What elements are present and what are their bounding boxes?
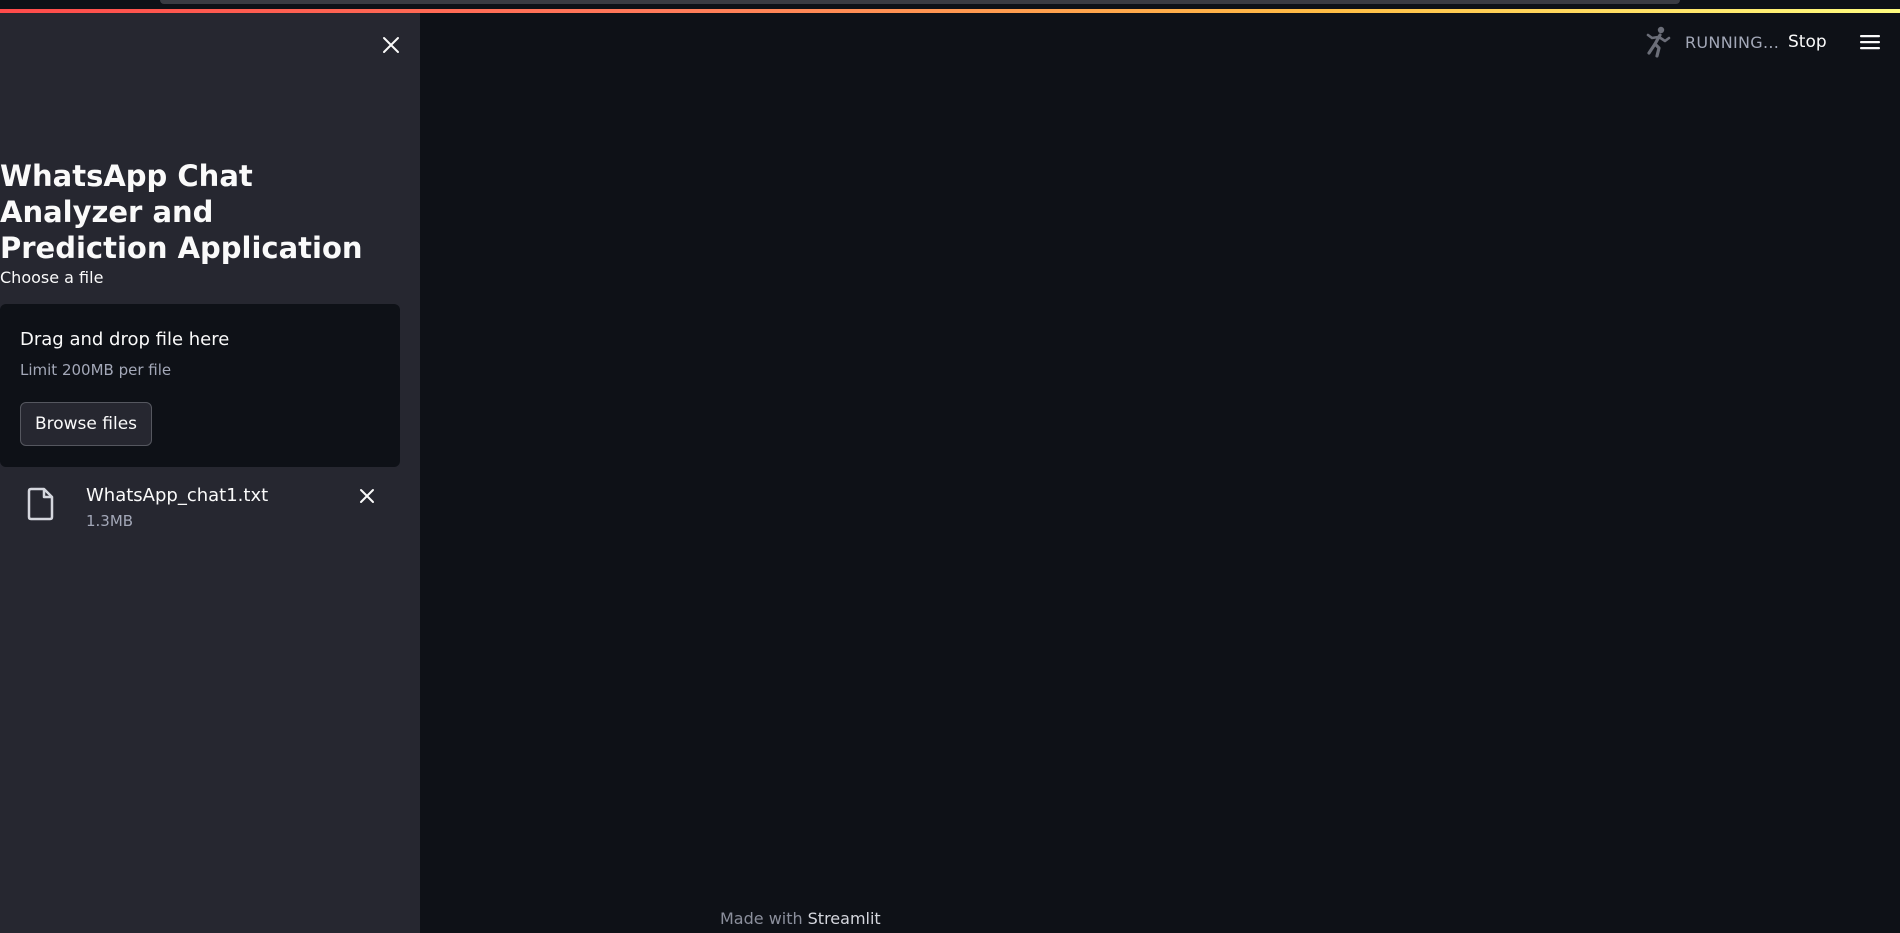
- dropzone-instructions: Drag and drop file here: [20, 329, 230, 350]
- browse-files-button[interactable]: Browse files: [20, 402, 152, 446]
- stop-button[interactable]: Stop: [1782, 28, 1833, 56]
- file-uploader-label: Choose a file: [0, 268, 104, 287]
- dropzone-limit: Limit 200MB per file: [20, 361, 172, 379]
- uploaded-file-name: WhatsApp_chat1.txt: [86, 485, 269, 506]
- remove-file-button[interactable]: [354, 483, 380, 509]
- sidebar-close-button[interactable]: [377, 31, 405, 59]
- main-menu-button[interactable]: [1855, 28, 1885, 56]
- footer-made-with: Made with: [720, 909, 803, 928]
- file-dropzone[interactable]: Drag and drop file here Limit 200MB per …: [0, 304, 400, 467]
- uploaded-file-item: WhatsApp_chat1.txt 1.3MB: [0, 479, 400, 539]
- running-status-text: RUNNING...: [1685, 32, 1780, 52]
- close-icon: [383, 37, 399, 53]
- uploaded-file-size: 1.3MB: [86, 512, 134, 530]
- footer: Made with Streamlit: [720, 909, 881, 928]
- app-title: WhatsApp Chat Analyzer and Prediction Ap…: [0, 159, 363, 265]
- running-status: RUNNING...: [1643, 26, 1779, 58]
- hamburger-menu-icon: [1860, 35, 1880, 50]
- file-icon: [27, 487, 55, 525]
- close-icon: [360, 489, 374, 503]
- sidebar: WhatsApp Chat Analyzer and Prediction Ap…: [0, 13, 420, 933]
- streamlit-link[interactable]: Streamlit: [808, 909, 881, 928]
- running-person-icon: [1646, 26, 1671, 58]
- browser-scrollbar[interactable]: [160, 0, 1680, 4]
